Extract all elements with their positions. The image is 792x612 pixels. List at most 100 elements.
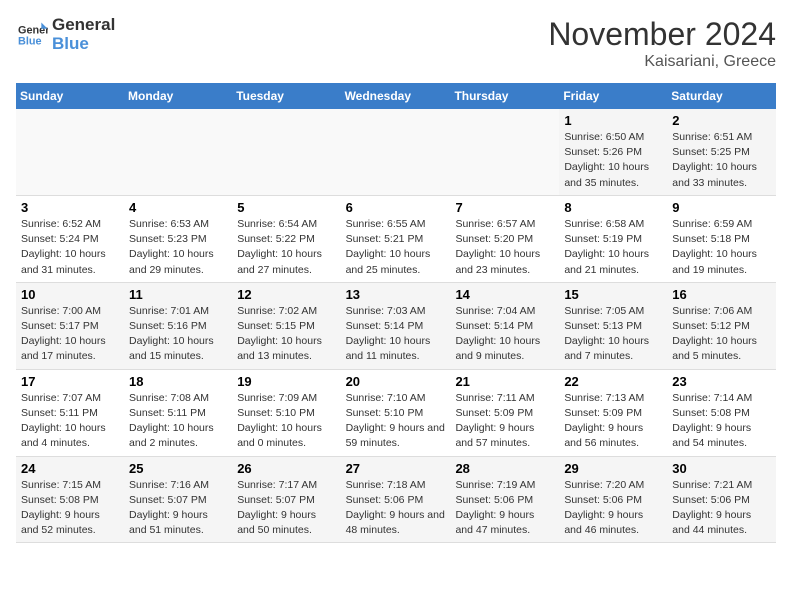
calendar-cell: 26 Sunrise: 7:17 AM Sunset: 5:07 PM Dayli… (232, 456, 340, 543)
header: General Blue General Blue November 2024 … (16, 16, 776, 71)
day-info: Sunrise: 7:14 AM Sunset: 5:08 PM Dayligh… (672, 391, 771, 452)
day-info: Sunrise: 7:16 AM Sunset: 5:07 PM Dayligh… (129, 478, 227, 539)
day-number: 13 (346, 287, 446, 302)
day-number: 23 (672, 374, 771, 389)
calendar-cell: 7Sunrise: 6:57 AM Sunset: 5:20 PM Daylig… (450, 195, 559, 282)
day-info: Sunrise: 7:09 AM Sunset: 5:10 PM Dayligh… (237, 391, 335, 452)
day-number: 8 (564, 200, 662, 215)
calendar-header: SundayMondayTuesdayWednesdayThursdayFrid… (16, 83, 776, 109)
day-number: 1 (564, 113, 662, 128)
day-number: 17 (21, 374, 119, 389)
day-info: Sunrise: 7:13 AM Sunset: 5:09 PM Dayligh… (564, 391, 662, 452)
calendar-cell: 14 Sunrise: 7:04 AM Sunset: 5:14 PM Dayli… (450, 282, 559, 369)
day-number: 22 (564, 374, 662, 389)
day-number: 7 (455, 200, 554, 215)
calendar-cell: 27 Sunrise: 7:18 AM Sunset: 5:06 PM Dayli… (341, 456, 451, 543)
weekday-header-wednesday: Wednesday (341, 83, 451, 109)
logo-blue: Blue (52, 35, 115, 54)
calendar-cell (232, 109, 340, 195)
day-info: Sunrise: 7:06 AM Sunset: 5:12 PM Dayligh… (672, 304, 771, 365)
calendar-cell: 30Sunrise: 7:21 AM Sunset: 5:06 PM Dayli… (667, 456, 776, 543)
weekday-header-thursday: Thursday (450, 83, 559, 109)
calendar-cell: 23 Sunrise: 7:14 AM Sunset: 5:08 PM Dayli… (667, 369, 776, 456)
day-info: Sunrise: 6:59 AM Sunset: 5:18 PM Dayligh… (672, 217, 771, 278)
week-row-5: 24 Sunrise: 7:15 AM Sunset: 5:08 PM Dayli… (16, 456, 776, 543)
calendar-cell: 20Sunrise: 7:10 AM Sunset: 5:10 PM Dayli… (341, 369, 451, 456)
weekday-header-sunday: Sunday (16, 83, 124, 109)
day-info: Sunrise: 7:04 AM Sunset: 5:14 PM Dayligh… (455, 304, 554, 365)
calendar-cell: 22 Sunrise: 7:13 AM Sunset: 5:09 PM Dayli… (559, 369, 667, 456)
calendar-cell (124, 109, 232, 195)
logo-general: General (52, 16, 115, 35)
calendar-cell: 16 Sunrise: 7:06 AM Sunset: 5:12 PM Dayli… (667, 282, 776, 369)
calendar-cell: 21 Sunrise: 7:11 AM Sunset: 5:09 PM Dayli… (450, 369, 559, 456)
calendar-cell: 17 Sunrise: 7:07 AM Sunset: 5:11 PM Dayli… (16, 369, 124, 456)
day-number: 5 (237, 200, 335, 215)
day-number: 24 (21, 461, 119, 476)
calendar-cell: 25 Sunrise: 7:16 AM Sunset: 5:07 PM Dayli… (124, 456, 232, 543)
location-title: Kaisariani, Greece (548, 53, 776, 71)
day-info: Sunrise: 7:18 AM Sunset: 5:06 PM Dayligh… (346, 478, 446, 539)
day-info: Sunrise: 6:54 AM Sunset: 5:22 PM Dayligh… (237, 217, 335, 278)
calendar-cell: 12Sunrise: 7:02 AM Sunset: 5:15 PM Dayli… (232, 282, 340, 369)
calendar-cell: 4Sunrise: 6:53 AM Sunset: 5:23 PM Daylig… (124, 195, 232, 282)
calendar-cell: 11 Sunrise: 7:01 AM Sunset: 5:16 PM Dayli… (124, 282, 232, 369)
day-info: Sunrise: 7:08 AM Sunset: 5:11 PM Dayligh… (129, 391, 227, 452)
day-number: 11 (129, 287, 227, 302)
day-number: 9 (672, 200, 771, 215)
weekday-header-saturday: Saturday (667, 83, 776, 109)
day-number: 28 (455, 461, 554, 476)
day-number: 26 (237, 461, 335, 476)
day-number: 3 (21, 200, 119, 215)
calendar-cell: 3Sunrise: 6:52 AM Sunset: 5:24 PM Daylig… (16, 195, 124, 282)
day-info: Sunrise: 7:00 AM Sunset: 5:17 PM Dayligh… (21, 304, 119, 365)
day-info: Sunrise: 6:50 AM Sunset: 5:26 PM Dayligh… (564, 130, 662, 191)
calendar-cell: 29Sunrise: 7:20 AM Sunset: 5:06 PM Dayli… (559, 456, 667, 543)
day-info: Sunrise: 7:07 AM Sunset: 5:11 PM Dayligh… (21, 391, 119, 452)
day-number: 16 (672, 287, 771, 302)
day-number: 18 (129, 374, 227, 389)
day-number: 14 (455, 287, 554, 302)
weekday-header-friday: Friday (559, 83, 667, 109)
calendar-cell: 9 Sunrise: 6:59 AM Sunset: 5:18 PM Daylig… (667, 195, 776, 282)
day-number: 6 (346, 200, 446, 215)
week-row-1: 1 Sunrise: 6:50 AM Sunset: 5:26 PM Daylig… (16, 109, 776, 195)
calendar-cell: 8Sunrise: 6:58 AM Sunset: 5:19 PM Daylig… (559, 195, 667, 282)
day-info: Sunrise: 7:17 AM Sunset: 5:07 PM Dayligh… (237, 478, 335, 539)
calendar-cell: 18 Sunrise: 7:08 AM Sunset: 5:11 PM Dayli… (124, 369, 232, 456)
calendar-cell: 1 Sunrise: 6:50 AM Sunset: 5:26 PM Daylig… (559, 109, 667, 195)
calendar-cell: 6 Sunrise: 6:55 AM Sunset: 5:21 PM Daylig… (341, 195, 451, 282)
calendar-cell (341, 109, 451, 195)
day-info: Sunrise: 7:15 AM Sunset: 5:08 PM Dayligh… (21, 478, 119, 539)
calendar-cell: 19 Sunrise: 7:09 AM Sunset: 5:10 PM Dayli… (232, 369, 340, 456)
day-number: 30 (672, 461, 771, 476)
calendar-cell (450, 109, 559, 195)
day-number: 21 (455, 374, 554, 389)
weekday-header-monday: Monday (124, 83, 232, 109)
week-row-2: 3Sunrise: 6:52 AM Sunset: 5:24 PM Daylig… (16, 195, 776, 282)
day-number: 15 (564, 287, 662, 302)
calendar-cell (16, 109, 124, 195)
day-number: 25 (129, 461, 227, 476)
day-info: Sunrise: 6:51 AM Sunset: 5:25 PM Dayligh… (672, 130, 771, 191)
day-info: Sunrise: 7:19 AM Sunset: 5:06 PM Dayligh… (455, 478, 554, 539)
day-info: Sunrise: 7:01 AM Sunset: 5:16 PM Dayligh… (129, 304, 227, 365)
calendar-cell: 2Sunrise: 6:51 AM Sunset: 5:25 PM Daylig… (667, 109, 776, 195)
svg-text:Blue: Blue (18, 35, 42, 47)
title-area: November 2024 Kaisariani, Greece (548, 16, 776, 71)
calendar-cell: 10 Sunrise: 7:00 AM Sunset: 5:17 PM Dayli… (16, 282, 124, 369)
week-row-3: 10 Sunrise: 7:00 AM Sunset: 5:17 PM Dayli… (16, 282, 776, 369)
logo-icon: General Blue (16, 21, 48, 49)
day-number: 10 (21, 287, 119, 302)
day-number: 19 (237, 374, 335, 389)
day-info: Sunrise: 7:11 AM Sunset: 5:09 PM Dayligh… (455, 391, 554, 452)
calendar-cell: 24 Sunrise: 7:15 AM Sunset: 5:08 PM Dayli… (16, 456, 124, 543)
day-number: 27 (346, 461, 446, 476)
weekday-header-tuesday: Tuesday (232, 83, 340, 109)
day-info: Sunrise: 6:55 AM Sunset: 5:21 PM Dayligh… (346, 217, 446, 278)
day-info: Sunrise: 7:05 AM Sunset: 5:13 PM Dayligh… (564, 304, 662, 365)
calendar-table: SundayMondayTuesdayWednesdayThursdayFrid… (16, 83, 776, 543)
day-info: Sunrise: 7:20 AM Sunset: 5:06 PM Dayligh… (564, 478, 662, 539)
calendar-cell: 13Sunrise: 7:03 AM Sunset: 5:14 PM Dayli… (341, 282, 451, 369)
month-title: November 2024 (548, 16, 776, 53)
